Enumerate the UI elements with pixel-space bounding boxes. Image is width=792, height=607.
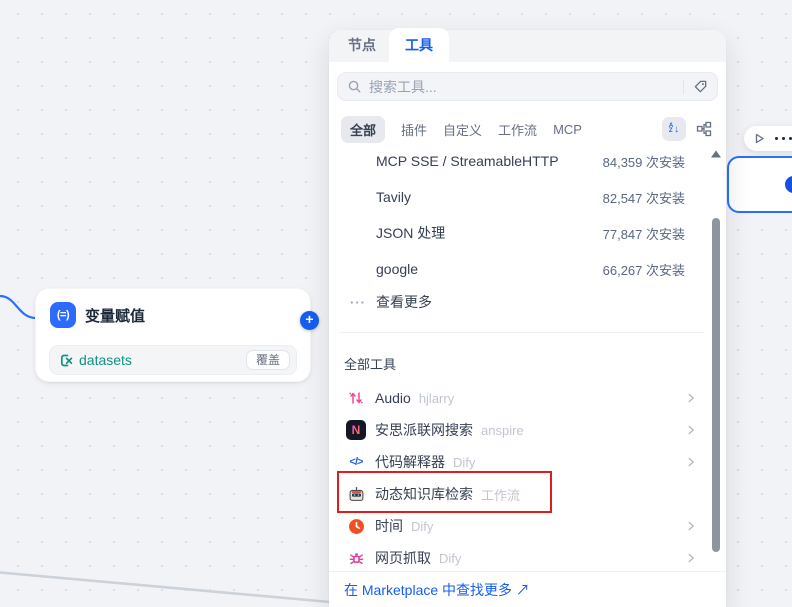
marketplace-item-name: google bbox=[376, 261, 603, 277]
variable-icon bbox=[59, 353, 74, 368]
ellipsis-icon: ··· bbox=[350, 295, 376, 310]
tool-name: 安思派联网搜索 bbox=[375, 420, 473, 440]
tree-view-icon[interactable] bbox=[692, 117, 716, 141]
variable-assigner-node[interactable]: (=) 变量赋值 + datasets 覆盖 bbox=[35, 288, 311, 382]
tool-item-dynamic-knowledge-retrieval[interactable]: 动态知识库检索 工作流 bbox=[329, 478, 712, 510]
chevron-right-icon bbox=[684, 391, 698, 405]
add-next-node-button[interactable]: + bbox=[300, 311, 319, 330]
tool-item-audio[interactable]: Audio hjlarry bbox=[329, 382, 712, 414]
tool-org: anspire bbox=[481, 423, 684, 438]
marketplace-item-installs: 77,847 次安装 bbox=[603, 224, 685, 243]
scroll-up-arrow[interactable] bbox=[710, 149, 722, 159]
node-title: 变量赋值 bbox=[85, 305, 145, 326]
chevron-right-icon bbox=[684, 551, 698, 565]
assigned-variable-row[interactable]: datasets 覆盖 bbox=[49, 345, 297, 375]
variable-name: datasets bbox=[79, 352, 246, 368]
marketplace-item-name: MCP SSE / StreamableHTTP bbox=[376, 153, 603, 169]
tool-org: 工作流 bbox=[481, 485, 698, 504]
tool-list: Audio hjlarry N 安思派联网搜索 anspire </> 代码解释… bbox=[329, 382, 712, 574]
tool-name: Audio bbox=[375, 390, 411, 406]
section-divider bbox=[339, 332, 704, 333]
marketplace-link[interactable]: 在 Marketplace 中查找更多 ↗ bbox=[344, 580, 530, 600]
tag-filter-icon[interactable] bbox=[693, 79, 708, 94]
edge-gray bbox=[0, 573, 330, 603]
marketplace-item-installs: 84,359 次安装 bbox=[603, 152, 685, 171]
tool-name: 网页抓取 bbox=[375, 548, 431, 568]
tool-name: 动态知识库检索 bbox=[375, 484, 473, 504]
marketplace-item-installs: 82,547 次安装 bbox=[603, 188, 685, 207]
code-icon: </> bbox=[346, 452, 366, 472]
filter-workflow[interactable]: 工作流 bbox=[498, 120, 537, 139]
marketplace-item[interactable]: MCP SSE / StreamableHTTP 84,359 次安装 bbox=[329, 143, 712, 179]
scrollbar-thumb[interactable] bbox=[712, 218, 720, 552]
tool-name: 代码解释器 bbox=[375, 452, 445, 472]
sort-alpha-icon[interactable]: AZ↓ bbox=[662, 117, 686, 141]
marketplace-item-name: JSON 处理 bbox=[376, 223, 603, 243]
marketplace-item[interactable]: Tavily 82,547 次安装 bbox=[329, 179, 712, 215]
variable-assigner-icon: (=) bbox=[50, 302, 76, 328]
marketplace-list: MCP SSE / StreamableHTTP 84,359 次安装 Tavi… bbox=[329, 143, 712, 287]
filter-all[interactable]: 全部 bbox=[341, 116, 385, 143]
clock-icon bbox=[346, 516, 366, 536]
anspire-icon: N bbox=[346, 420, 366, 440]
tool-org: Dify bbox=[439, 551, 684, 566]
filter-plugins[interactable]: 插件 bbox=[401, 120, 427, 139]
filter-mcp[interactable]: MCP bbox=[553, 122, 582, 137]
node-mini-toolbar[interactable] bbox=[744, 126, 792, 151]
chevron-right-icon bbox=[684, 519, 698, 533]
more-options-icon[interactable] bbox=[775, 137, 792, 140]
tool-org: Dify bbox=[453, 455, 684, 470]
tool-org: Dify bbox=[411, 519, 684, 534]
marketplace-item-name: Tavily bbox=[376, 189, 603, 205]
tab-tools[interactable]: 工具 bbox=[389, 28, 449, 62]
search-placeholder: 搜索工具... bbox=[369, 77, 683, 97]
search-icon bbox=[347, 79, 362, 94]
panel-footer: 在 Marketplace 中查找更多 ↗ bbox=[329, 571, 726, 607]
filter-row: 全部 插件 自定义 工作流 MCP AZ↓ bbox=[341, 116, 716, 142]
search-separator bbox=[683, 80, 684, 94]
see-more-label: 查看更多 bbox=[376, 292, 432, 312]
tool-item-code-interpreter[interactable]: </> 代码解释器 Dify bbox=[329, 446, 712, 478]
tab-nodes[interactable]: 节点 bbox=[335, 28, 389, 62]
tool-item-time[interactable]: 时间 Dify bbox=[329, 510, 712, 542]
selected-node-fragment[interactable] bbox=[727, 156, 792, 213]
panel-tab-bar: 节点 工具 bbox=[329, 30, 726, 62]
tools-panel: 节点 工具 搜索工具... 全部 插件 自定义 工作流 MCP AZ↓ bbox=[329, 30, 726, 607]
search-input[interactable]: 搜索工具... bbox=[337, 72, 718, 101]
edge-blue bbox=[0, 296, 36, 318]
tool-item-anspire-search[interactable]: N 安思派联网搜索 anspire bbox=[329, 414, 712, 446]
spider-icon bbox=[346, 548, 366, 568]
marketplace-item-installs: 66,267 次安装 bbox=[603, 260, 685, 279]
see-more-button[interactable]: ··· 查看更多 bbox=[329, 287, 712, 317]
tool-item-web-scraper[interactable]: 网页抓取 Dify bbox=[329, 542, 712, 574]
chevron-right-icon bbox=[684, 423, 698, 437]
filter-custom[interactable]: 自定义 bbox=[443, 120, 482, 139]
play-icon[interactable] bbox=[754, 133, 765, 144]
audio-arrows-icon bbox=[346, 388, 366, 408]
tool-name: 时间 bbox=[375, 516, 403, 536]
write-mode-badge: 覆盖 bbox=[246, 350, 290, 370]
marketplace-item[interactable]: JSON 处理 77,847 次安装 bbox=[329, 215, 712, 251]
chevron-right-icon bbox=[684, 455, 698, 469]
section-title: 全部工具 bbox=[344, 354, 396, 373]
robot-icon bbox=[346, 484, 366, 504]
marketplace-item[interactable]: google 66,267 次安装 bbox=[329, 251, 712, 287]
tool-org: hjlarry bbox=[419, 391, 684, 406]
